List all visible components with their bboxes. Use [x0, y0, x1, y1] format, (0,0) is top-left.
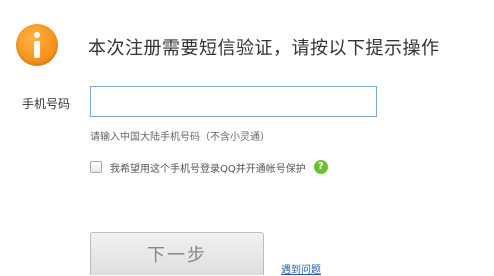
info-icon — [16, 24, 58, 66]
next-button[interactable]: 下一步 — [90, 232, 264, 275]
consent-row: 我希望用这个手机号登录QQ并开通帐号保护 ? — [90, 160, 328, 175]
consent-checkbox[interactable] — [90, 161, 102, 173]
info-icon-bar — [34, 41, 40, 58]
phone-input[interactable] — [90, 86, 377, 117]
page-title: 本次注册需要短信验证，请按以下提示操作 — [88, 38, 440, 59]
info-icon-dot — [34, 32, 40, 38]
problem-link[interactable]: 遇到问题 — [281, 261, 321, 276]
phone-label: 手机号码 — [22, 97, 71, 111]
phone-hint: 请输入中国大陆手机号码（不含小灵通） — [90, 132, 270, 143]
question-icon[interactable]: ? — [313, 160, 328, 174]
consent-label[interactable]: 我希望用这个手机号登录QQ并开通帐号保护 — [110, 160, 306, 175]
